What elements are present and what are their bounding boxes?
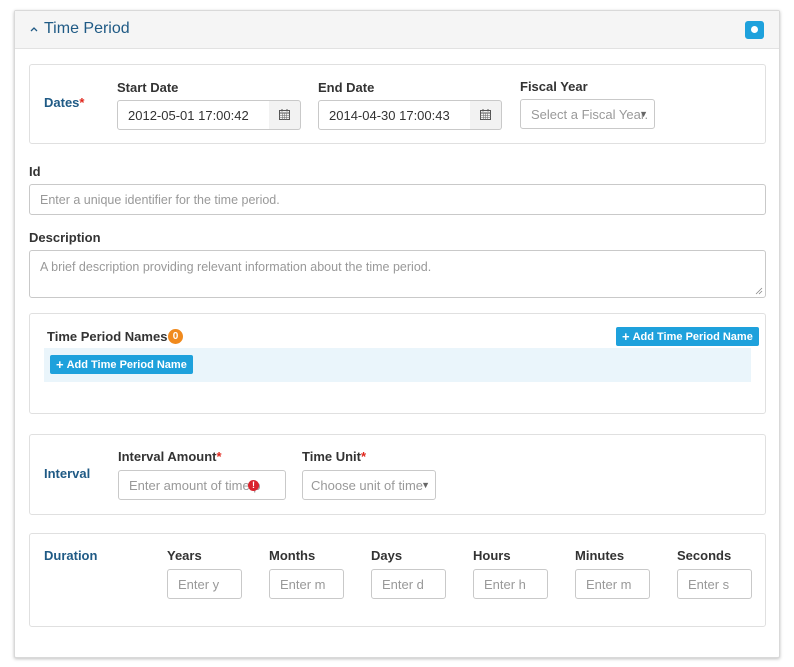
panel-title: Time Period <box>44 20 130 37</box>
end-date-label: End Date <box>318 80 375 95</box>
duration-years-input[interactable]: Enter y <box>167 569 242 599</box>
add-time-period-name-button[interactable]: + Add Time Period Name <box>616 327 759 346</box>
description-label: Description <box>29 230 101 245</box>
duration-hours-label: Hours <box>473 548 511 563</box>
dates-label: Dates* <box>44 95 84 110</box>
dates-label-text: Dates <box>44 95 80 110</box>
required-mark: * <box>216 449 222 464</box>
interval-box: Interval Interval Amount* Enter amount o… <box>29 434 766 515</box>
caret-down-icon: ▼ <box>421 480 430 490</box>
calendar-icon <box>279 109 290 120</box>
duration-days-label: Days <box>371 548 403 563</box>
time-period-names-box: Time Period Names 0 + Add Time Period Nam… <box>29 313 766 414</box>
caret-down-icon: ▼ <box>639 109 648 119</box>
time-unit-placeholder: Choose unit of time <box>311 477 424 493</box>
panel-header[interactable]: Time Period <box>15 11 779 49</box>
dates-box: Dates* Start Date 2012-05-01 17:00:42 En… <box>29 64 766 144</box>
time-unit-label: Time Unit* <box>302 449 366 464</box>
description-placeholder: A brief description providing relevant i… <box>40 260 432 274</box>
interval-amount-placeholder: Enter amount of time p <box>129 477 261 493</box>
interval-amount-label-text: Interval Amount <box>118 449 217 464</box>
required-mark: * <box>79 95 85 110</box>
start-date-label: Start Date <box>117 80 179 95</box>
add-name-inline-label: Add Time Period Name <box>66 358 187 371</box>
interval-label: Interval <box>44 466 91 481</box>
fiscal-year-label: Fiscal Year <box>520 79 588 94</box>
time-period-panel: Time Period Dates* Start Date 2012-05-01… <box>14 10 780 658</box>
add-time-period-name-inline-button[interactable]: + Add Time Period Name <box>50 355 193 374</box>
duration-seconds-input[interactable]: Enter s <box>677 569 752 599</box>
calendar-icon <box>480 109 491 120</box>
interval-amount-input[interactable]: Enter amount of time p <box>118 470 286 500</box>
fiscal-year-select[interactable]: Select a Fiscal Year. ▼ <box>520 99 655 129</box>
toggle-dot-icon <box>751 26 758 33</box>
duration-seconds-label: Seconds <box>677 548 732 563</box>
fiscal-year-placeholder: Select a Fiscal Year. <box>531 106 649 122</box>
panel-toggle-button[interactable] <box>745 21 764 39</box>
names-count-badge: 0 <box>168 329 183 344</box>
caret-up-icon[interactable] <box>29 24 39 34</box>
duration-label: Duration <box>44 548 98 563</box>
duration-months-label: Months <box>269 548 316 563</box>
time-unit-select[interactable]: Choose unit of time ▼ <box>302 470 436 500</box>
error-icon: ! <box>248 480 259 491</box>
add-name-label: Add Time Period Name <box>632 330 753 343</box>
duration-minutes-label: Minutes <box>575 548 625 563</box>
end-date-calendar-button[interactable] <box>470 100 502 130</box>
names-list-area: + Add Time Period Name <box>44 348 751 382</box>
required-mark: * <box>361 449 367 464</box>
start-date-input[interactable]: 2012-05-01 17:00:42 <box>117 100 270 130</box>
duration-box: Duration Years Enter y Months Enter m Da… <box>29 533 766 627</box>
plus-icon: + <box>56 357 64 372</box>
time-period-names-label: Time Period Names <box>47 329 168 344</box>
end-date-input[interactable]: 2014-04-30 17:00:43 <box>318 100 471 130</box>
interval-amount-label: Interval Amount* <box>118 449 222 464</box>
description-textarea[interactable]: A brief description providing relevant i… <box>29 250 766 298</box>
time-unit-label-text: Time Unit <box>302 449 361 464</box>
duration-years-label: Years <box>167 548 202 563</box>
duration-days-input[interactable]: Enter d <box>371 569 446 599</box>
duration-minutes-input[interactable]: Enter m <box>575 569 650 599</box>
duration-months-input[interactable]: Enter m <box>269 569 344 599</box>
resize-handle-icon[interactable] <box>755 287 763 295</box>
id-input[interactable]: Enter a unique identifier for the time p… <box>29 184 766 215</box>
duration-hours-input[interactable]: Enter h <box>473 569 548 599</box>
id-label: Id <box>29 164 41 179</box>
start-date-calendar-button[interactable] <box>269 100 301 130</box>
plus-icon: + <box>622 329 630 344</box>
